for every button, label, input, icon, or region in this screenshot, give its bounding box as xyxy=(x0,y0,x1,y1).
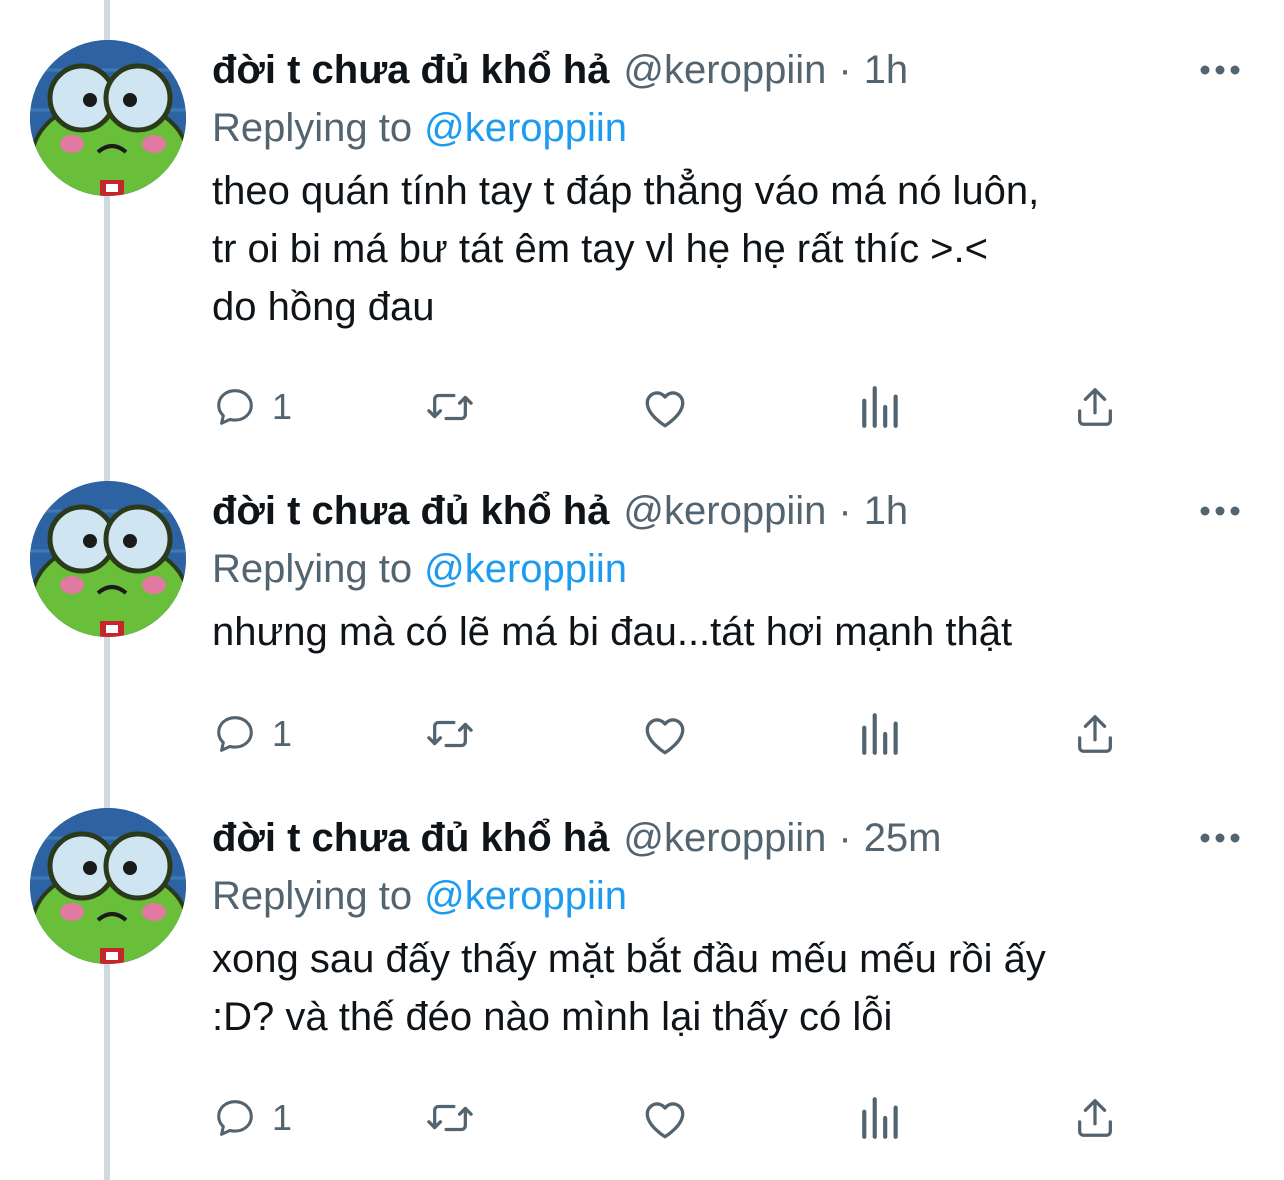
tweet-text-line: :D? và thế đéo nào mình lại thấy có lỗi xyxy=(212,995,893,1039)
user-handle[interactable]: @keroppiin xyxy=(623,489,826,534)
share-icon xyxy=(1078,388,1112,426)
retweet-icon xyxy=(427,1104,473,1132)
analytics-icon xyxy=(862,386,898,428)
analytics-button[interactable] xyxy=(860,1093,902,1143)
separator-dot: · xyxy=(838,47,852,92)
replying-to: Replying to @keroppiin xyxy=(212,866,627,926)
display-name[interactable]: đời t chưa đủ khổ hả xyxy=(212,816,609,861)
tweet-header: đời t chưa đủ khổ hả @keroppiin · 1h xyxy=(212,481,908,541)
heart-icon xyxy=(645,1102,685,1139)
tweet-actions: 1 xyxy=(212,709,1132,759)
timestamp[interactable]: 25m xyxy=(864,816,942,861)
avatar-keroppi-image xyxy=(30,481,186,637)
avatar[interactable] xyxy=(30,481,186,637)
more-dots-icon xyxy=(1200,506,1240,516)
more-options-button[interactable] xyxy=(1196,52,1244,88)
avatar[interactable] xyxy=(30,808,186,964)
tweet-actions: 1 xyxy=(212,382,1132,432)
replying-to-label: Replying to xyxy=(212,106,413,150)
reply-button[interactable]: 1 xyxy=(212,1093,292,1143)
replying-to-label: Replying to xyxy=(212,874,413,918)
reply-bubble-icon xyxy=(217,389,253,425)
tweet-text: theo quán tính tay t đáp thẳng váo má nó… xyxy=(212,162,1039,336)
user-handle[interactable]: @keroppiin xyxy=(623,816,826,861)
reply-button[interactable]: 1 xyxy=(212,709,292,759)
like-button[interactable] xyxy=(640,709,690,759)
analytics-button[interactable] xyxy=(860,382,902,432)
timestamp[interactable]: 1h xyxy=(864,48,909,93)
analytics-icon xyxy=(862,1097,898,1139)
heart-icon xyxy=(645,718,685,755)
mention-link[interactable]: @keroppiin xyxy=(424,547,627,591)
analytics-icon xyxy=(862,713,898,755)
tweet-actions: 1 xyxy=(212,1093,1132,1143)
more-dots-icon xyxy=(1200,833,1240,843)
analytics-button[interactable] xyxy=(860,709,902,759)
reply-count: 1 xyxy=(272,713,293,754)
reply-count: 1 xyxy=(272,386,293,427)
separator-dot: · xyxy=(838,815,852,860)
avatar-keroppi-image xyxy=(30,808,186,964)
avatar[interactable] xyxy=(30,40,186,196)
retweet-button[interactable] xyxy=(424,1093,476,1143)
tweet-text-line: tr oi bi má bư tát êm tay vl hẹ hẹ rất t… xyxy=(212,227,989,271)
tweet-text-line: theo quán tính tay t đáp thẳng váo má nó… xyxy=(212,169,1040,213)
avatar-keroppi-image xyxy=(30,40,186,196)
share-button[interactable] xyxy=(1072,1093,1118,1143)
replying-to: Replying to @keroppiin xyxy=(212,98,627,158)
heart-icon xyxy=(645,391,685,428)
share-icon xyxy=(1078,715,1112,753)
replying-to-label: Replying to xyxy=(212,547,413,591)
reply-count: 1 xyxy=(272,1097,293,1138)
share-button[interactable] xyxy=(1072,382,1118,432)
timestamp[interactable]: 1h xyxy=(864,489,909,534)
tweet-text-line: do hồng đau xyxy=(212,285,435,329)
reply-button[interactable]: 1 xyxy=(212,382,292,432)
display-name[interactable]: đời t chưa đủ khổ hả xyxy=(212,48,609,93)
more-options-button[interactable] xyxy=(1196,493,1244,529)
more-options-button[interactable] xyxy=(1196,820,1244,856)
retweet-icon xyxy=(427,393,473,421)
tweet-header: đời t chưa đủ khổ hả @keroppiin · 1h xyxy=(212,40,908,100)
more-dots-icon xyxy=(1200,65,1240,75)
tweet-text-line: xong sau đấy thấy mặt bắt đầu mếu mếu rồ… xyxy=(212,937,1046,981)
retweet-icon xyxy=(427,720,473,748)
mention-link[interactable]: @keroppiin xyxy=(424,106,627,150)
mention-link[interactable]: @keroppiin xyxy=(424,874,627,918)
retweet-button[interactable] xyxy=(424,709,476,759)
like-button[interactable] xyxy=(640,1093,690,1143)
separator-dot: · xyxy=(838,488,852,533)
user-handle[interactable]: @keroppiin xyxy=(623,48,826,93)
reply-bubble-icon xyxy=(217,716,253,752)
share-icon xyxy=(1078,1099,1112,1137)
retweet-button[interactable] xyxy=(424,382,476,432)
replying-to: Replying to @keroppiin xyxy=(212,539,627,599)
share-button[interactable] xyxy=(1072,709,1118,759)
tweet-header: đời t chưa đủ khổ hả @keroppiin · 25m xyxy=(212,808,942,868)
tweet-text-line: nhưng mà có lẽ má bi đau...tát hơi mạnh … xyxy=(212,610,1013,654)
tweet-text: nhưng mà có lẽ má bi đau...tát hơi mạnh … xyxy=(212,603,1012,661)
tweet-text: xong sau đấy thấy mặt bắt đầu mếu mếu rồ… xyxy=(212,930,1046,1046)
reply-bubble-icon xyxy=(217,1100,253,1136)
display-name[interactable]: đời t chưa đủ khổ hả xyxy=(212,489,609,534)
like-button[interactable] xyxy=(640,382,690,432)
